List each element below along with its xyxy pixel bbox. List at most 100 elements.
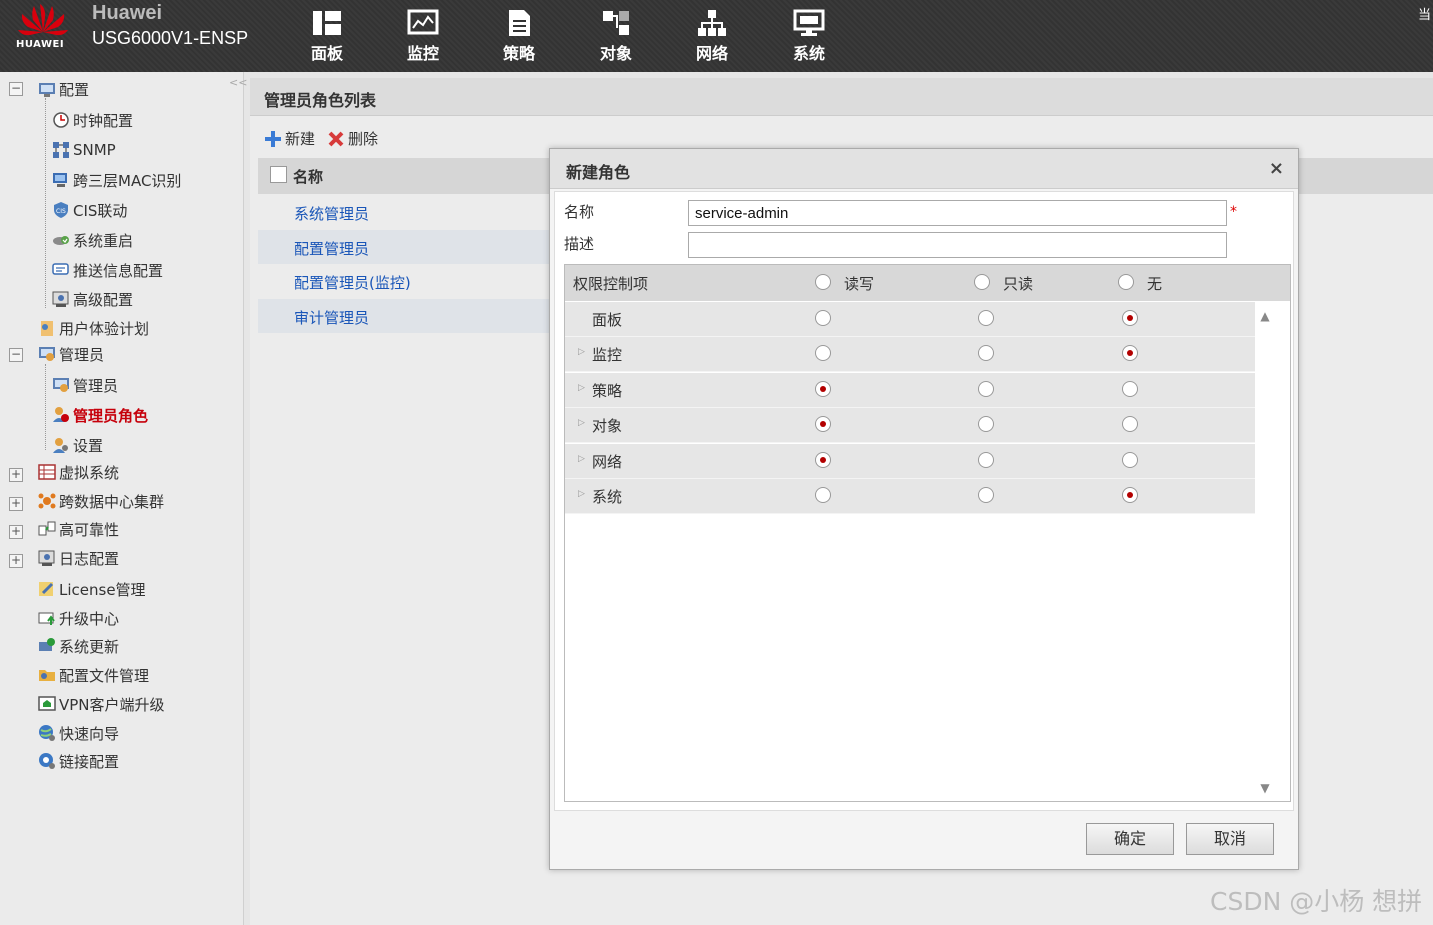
sidebar-item-ux-plan[interactable]: 用户体验计划 xyxy=(38,317,149,339)
expand-arrow-icon[interactable]: ▷ xyxy=(578,454,585,464)
permission-row: 面板 xyxy=(565,302,1255,337)
sidebar-item-quick-wizard[interactable]: 快速向导 xyxy=(38,722,119,744)
plus-icon xyxy=(265,130,281,147)
permission-radio[interactable] xyxy=(1122,451,1138,468)
permission-radio[interactable] xyxy=(978,416,994,433)
permission-radio[interactable] xyxy=(815,451,831,468)
sidebar-item-admin[interactable]: 管理员 xyxy=(52,374,118,396)
expand-arrow-icon[interactable]: ▷ xyxy=(578,383,585,393)
name-input[interactable] xyxy=(688,200,1227,226)
permission-row-label: 系统 xyxy=(592,488,623,506)
sidebar-item-vpn-client[interactable]: VPN客户端升级 xyxy=(38,693,165,715)
toggle-config[interactable]: − xyxy=(9,82,23,96)
permission-radio[interactable] xyxy=(978,310,994,326)
toggle-cluster[interactable]: + xyxy=(9,497,23,511)
dashboard-icon xyxy=(313,11,341,35)
column-readwrite: 读写 xyxy=(844,275,875,293)
select-all-readonly-radio[interactable] xyxy=(974,274,990,290)
table-row[interactable]: 审计管理员 xyxy=(258,299,550,333)
permission-radio[interactable] xyxy=(815,310,831,326)
message-icon xyxy=(52,263,69,275)
select-all-checkbox[interactable] xyxy=(270,166,287,183)
toggle-ha[interactable]: + xyxy=(9,525,23,539)
nav-object[interactable]: 对象 xyxy=(586,8,646,66)
permission-radio[interactable] xyxy=(978,487,994,503)
sidebar-item-log[interactable]: 日志配置 xyxy=(38,547,119,569)
sidebar-item-config[interactable]: 配置 xyxy=(38,78,89,100)
huawei-logo xyxy=(18,4,68,36)
permission-radio[interactable] xyxy=(978,451,994,468)
toggle-vsys[interactable]: + xyxy=(9,468,23,482)
sidebar-item-clock-config[interactable]: 时钟配置 xyxy=(52,109,133,131)
new-button[interactable]: 新建 xyxy=(264,128,315,149)
monitor-icon xyxy=(407,9,439,35)
ok-button[interactable]: 确定 xyxy=(1086,823,1174,855)
expand-arrow-icon[interactable]: ▷ xyxy=(578,489,585,499)
close-icon[interactable]: × xyxy=(1269,158,1284,179)
cancel-button[interactable]: 取消 xyxy=(1186,823,1274,855)
nav-dashboard[interactable]: 面板 xyxy=(297,8,357,66)
advanced-config-icon xyxy=(52,291,69,307)
admin-icon xyxy=(53,378,69,392)
nav-monitor[interactable]: 监控 xyxy=(393,8,453,66)
sidebar-item-admin-group[interactable]: 管理员 xyxy=(38,343,104,365)
admin-role-icon xyxy=(53,407,69,422)
permission-row-label: 策略 xyxy=(592,381,623,400)
sidebar-item-link-config[interactable]: 链接配置 xyxy=(38,750,119,772)
sidebar-item-cis[interactable]: CIS CIS联动 xyxy=(52,199,127,221)
permission-row-label: 网络 xyxy=(592,452,623,471)
permission-radio[interactable] xyxy=(815,487,831,503)
delete-button[interactable]: 删除 xyxy=(327,128,378,149)
scroll-up-icon[interactable]: ▲ xyxy=(1258,309,1272,323)
system-icon xyxy=(793,9,825,36)
sidebar-item-settings[interactable]: 设置 xyxy=(52,434,103,456)
sidebar-item-reboot[interactable]: 系统重启 xyxy=(52,229,133,251)
permission-radio[interactable] xyxy=(978,345,994,362)
toggle-admin[interactable]: − xyxy=(9,348,23,362)
sidebar-item-snmp[interactable]: SNMP xyxy=(52,139,116,161)
sidebar-item-config-file[interactable]: 配置文件管理 xyxy=(38,664,149,686)
permission-row: ▷ 对象 xyxy=(565,408,1255,444)
toggle-log[interactable]: + xyxy=(9,554,23,568)
sidebar-item-advanced[interactable]: 高级配置 xyxy=(52,288,133,310)
permission-header: 权限控制项 读写 只读 无 xyxy=(565,265,1290,301)
sidebar-item-license[interactable]: License管理 xyxy=(38,578,146,600)
select-all-none-radio[interactable] xyxy=(1118,274,1134,290)
sidebar-item-admin-role[interactable]: 管理员角色 xyxy=(52,404,148,426)
collapse-sidebar-icon[interactable]: << xyxy=(229,76,247,89)
nav-network[interactable]: 网络 xyxy=(682,8,742,66)
description-input[interactable] xyxy=(688,232,1227,258)
cluster-icon xyxy=(38,493,56,509)
permission-radio[interactable] xyxy=(1122,487,1138,503)
sidebar-item-vsys[interactable]: 虚拟系统 xyxy=(38,461,119,483)
globe-icon xyxy=(39,725,55,741)
select-all-readwrite-radio[interactable] xyxy=(815,274,831,290)
permission-radio[interactable] xyxy=(1122,345,1138,362)
sidebar-item-system-update[interactable]: 系统更新 xyxy=(38,635,119,657)
user-experience-icon xyxy=(41,321,53,336)
expand-arrow-icon[interactable]: ▷ xyxy=(578,418,585,428)
system-update-icon xyxy=(39,638,55,651)
nav-system[interactable]: 系统 xyxy=(779,8,839,66)
sidebar-item-upgrade-center[interactable]: 升级中心 xyxy=(38,607,119,629)
sidebar-item-ha[interactable]: 高可靠性 xyxy=(38,518,119,540)
permission-radio[interactable] xyxy=(815,345,831,362)
permission-radio[interactable] xyxy=(1122,310,1138,326)
scroll-down-icon[interactable]: ▼ xyxy=(1258,781,1272,795)
nav-policy[interactable]: 策略 xyxy=(489,8,549,66)
column-readonly: 只读 xyxy=(1003,275,1034,293)
permission-radio[interactable] xyxy=(978,380,994,397)
log-config-icon xyxy=(38,550,55,566)
permission-radio[interactable] xyxy=(815,416,831,433)
permission-radio[interactable] xyxy=(1122,416,1138,433)
table-row[interactable]: 配置管理员(监控) xyxy=(258,264,550,298)
permission-radio[interactable] xyxy=(815,380,831,397)
sidebar-item-l3-mac[interactable]: 跨三层MAC识别 xyxy=(52,169,181,191)
expand-arrow-icon[interactable]: ▷ xyxy=(578,347,585,357)
table-row[interactable]: 配置管理员 xyxy=(258,230,550,264)
sidebar-item-cluster[interactable]: 跨数据中心集群 xyxy=(38,490,164,512)
reboot-icon xyxy=(53,236,69,245)
table-row[interactable]: 系统管理员 xyxy=(258,195,550,229)
sidebar-item-push-info[interactable]: 推送信息配置 xyxy=(52,259,163,281)
permission-radio[interactable] xyxy=(1122,380,1138,397)
